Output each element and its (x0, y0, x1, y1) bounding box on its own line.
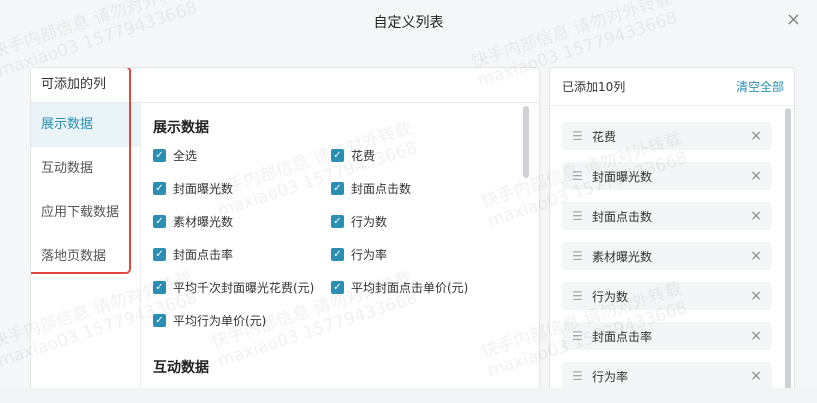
remove-icon[interactable]: × (750, 208, 762, 224)
added-columns-panel: 已添加10列 清空全部 ☰ 花费 × ☰ 封面曝光数 × ☰ 封面点击数 × ☰ 素材曝光数 ×… (549, 67, 795, 388)
option-cpc-cover[interactable]: ✓ 平均封面点击单价(元) (331, 279, 521, 296)
option-label: 平均封面点击单价(元) (351, 281, 469, 295)
remove-icon[interactable]: × (750, 248, 762, 264)
added-item-label: 封面点击率 (592, 329, 653, 344)
drag-handle-icon[interactable]: ☰ (572, 169, 592, 183)
available-columns-header: 可添加的列 (41, 77, 107, 92)
added-item-cost[interactable]: ☰ 花费 × (562, 122, 772, 150)
option-label: 封面曝光数 (173, 182, 234, 196)
checkbox-checked-icon[interactable]: ✓ (153, 314, 166, 327)
added-count: 已添加10列 (562, 80, 626, 94)
added-item-cover-impressions[interactable]: ☰ 封面曝光数 × (562, 162, 772, 190)
custom-columns-dialog: 自定义列表 × 可添加的列 展示数据 互动数据 应用下载数据 落地页数据 展示数… (0, 0, 817, 388)
category-list: 展示数据 互动数据 应用下载数据 落地页数据 (31, 103, 141, 388)
checkbox-checked-icon[interactable]: ✓ (331, 215, 344, 228)
drag-handle-icon[interactable]: ☰ (572, 129, 592, 143)
drag-handle-icon[interactable]: ☰ (572, 329, 592, 343)
category-display-data[interactable]: 展示数据 (31, 103, 140, 147)
category-landing-page-data[interactable]: 落地页数据 (31, 235, 140, 279)
option-label: 行为率 (351, 248, 388, 262)
added-columns-list: ☰ 花费 × ☰ 封面曝光数 × ☰ 封面点击数 × ☰ 素材曝光数 × ☰ 行为数 × ☰ 封面点击… (562, 122, 772, 388)
added-item-label: 花费 (592, 129, 617, 144)
remove-icon[interactable]: × (750, 368, 762, 384)
added-item-label: 封面点击数 (592, 209, 653, 224)
option-material-impressions[interactable]: ✓ 素材曝光数 (153, 213, 331, 230)
checkbox-checked-icon[interactable]: ✓ (153, 149, 166, 162)
added-item-label: 行为率 (592, 369, 629, 384)
dialog-title: 自定义列表 (373, 15, 444, 31)
option-grid: ✓ 全选 ✓ 花费 ✓ 封面曝光数 ✓ 封面点击数 ✓ 素材曝光数 ✓ 行为数 ✓ 封面点击率… (153, 147, 529, 329)
column-options-area: 展示数据 ✓ 全选 ✓ 花费 ✓ 封面曝光数 ✓ 封面点击数 ✓ 素材曝光数 ✓ 行为数 ✓… (141, 103, 529, 388)
checkbox-checked-icon[interactable]: ✓ (331, 281, 344, 294)
option-cover-impressions[interactable]: ✓ 封面曝光数 (153, 180, 331, 197)
option-cost[interactable]: ✓ 花费 (331, 147, 521, 164)
added-item-label: 封面曝光数 (592, 169, 653, 184)
checkbox-checked-icon[interactable]: ✓ (153, 182, 166, 195)
checkbox-checked-icon[interactable]: ✓ (153, 248, 166, 261)
drag-handle-icon[interactable]: ☰ (572, 289, 592, 303)
option-label: 平均千次封面曝光花费(元) (173, 281, 315, 295)
drag-handle-icon[interactable]: ☰ (572, 369, 592, 383)
added-item-label: 素材曝光数 (592, 249, 653, 264)
option-select-all[interactable]: ✓ 全选 (153, 147, 331, 164)
category-interaction-data[interactable]: 互动数据 (31, 147, 140, 191)
option-cpm-cover[interactable]: ✓ 平均千次封面曝光花费(元) (153, 279, 331, 296)
added-item-actions[interactable]: ☰ 行为数 × (562, 282, 772, 310)
options-scrollbar[interactable] (523, 106, 529, 178)
remove-icon[interactable]: × (750, 128, 762, 144)
option-cover-clicks[interactable]: ✓ 封面点击数 (331, 180, 521, 197)
added-columns-scrollbar[interactable] (785, 108, 791, 388)
added-columns-header: 已添加10列 清空全部 (550, 68, 794, 106)
option-label: 素材曝光数 (173, 215, 234, 229)
added-item-cover-ctr[interactable]: ☰ 封面点击率 × (562, 322, 772, 350)
option-label: 全选 (173, 149, 198, 163)
added-item-material-impressions[interactable]: ☰ 素材曝光数 × (562, 242, 772, 270)
option-cost-per-action[interactable]: ✓ 平均行为单价(元) (153, 312, 331, 329)
option-label: 平均行为单价(元) (173, 314, 267, 328)
available-columns-panel: 可添加的列 展示数据 互动数据 应用下载数据 落地页数据 展示数据 ✓ 全选 ✓ 花… (30, 67, 540, 388)
checkbox-checked-icon[interactable]: ✓ (153, 281, 166, 294)
category-app-download-data[interactable]: 应用下载数据 (31, 191, 140, 235)
added-item-label: 行为数 (592, 289, 629, 304)
remove-icon[interactable]: × (750, 288, 762, 304)
option-label: 花费 (351, 149, 376, 163)
section-title-display-data: 展示数据 (153, 120, 209, 136)
remove-icon[interactable]: × (750, 168, 762, 184)
option-action-rate[interactable]: ✓ 行为率 (331, 246, 521, 263)
option-label: 封面点击率 (173, 248, 234, 262)
remove-icon[interactable]: × (750, 328, 762, 344)
checkbox-checked-icon[interactable]: ✓ (331, 248, 344, 261)
drag-handle-icon[interactable]: ☰ (572, 209, 592, 223)
checkbox-checked-icon[interactable]: ✓ (153, 215, 166, 228)
option-label: 封面点击数 (351, 182, 412, 196)
section-title-interaction-data: 互动数据 (153, 360, 209, 376)
option-actions[interactable]: ✓ 行为数 (331, 213, 521, 230)
watermark-line: 快手内部信息 请勿对外转载 (468, 0, 675, 73)
added-item-cover-clicks[interactable]: ☰ 封面点击数 × (562, 202, 772, 230)
drag-handle-icon[interactable]: ☰ (572, 249, 592, 263)
checkbox-checked-icon[interactable]: ✓ (331, 182, 344, 195)
option-label: 行为数 (351, 215, 388, 229)
checkbox-checked-icon[interactable]: ✓ (331, 149, 344, 162)
clear-all-button[interactable]: 清空全部 (736, 78, 784, 95)
option-cover-ctr[interactable]: ✓ 封面点击率 (153, 246, 331, 263)
added-item-action-rate[interactable]: ☰ 行为率 × (562, 362, 772, 388)
close-icon[interactable]: × (786, 10, 801, 30)
